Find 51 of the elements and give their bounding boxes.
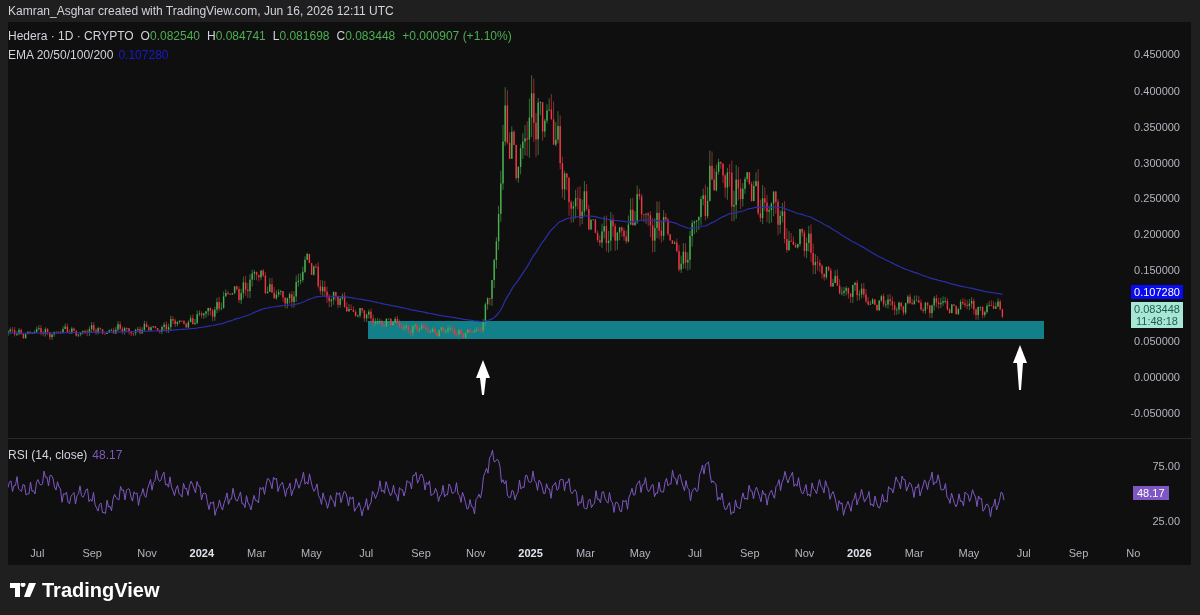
price-tick: 0.450000 bbox=[1133, 47, 1180, 62]
price-tick: 0.300000 bbox=[1133, 156, 1180, 171]
rsi-value-label: 48.17 bbox=[1133, 486, 1169, 500]
time-tick: 2024 bbox=[189, 547, 215, 559]
symbol-title: Hedera · 1D · CRYPTO bbox=[8, 28, 134, 45]
price-tick: -0.050000 bbox=[1129, 406, 1180, 421]
price-tick: 0.400000 bbox=[1133, 84, 1180, 99]
up-arrow bbox=[476, 360, 490, 395]
time-tick: May bbox=[629, 547, 651, 559]
ohlc-value: C0.083448 bbox=[336, 28, 396, 45]
up-arrow bbox=[1013, 345, 1027, 390]
time-tick: Sep bbox=[411, 547, 431, 559]
time-tick: 2025 bbox=[518, 547, 543, 559]
ema-price-label: 0.107280 bbox=[1131, 285, 1183, 299]
time-tick: Nov bbox=[794, 547, 815, 559]
time-tick: Mar bbox=[575, 547, 595, 559]
time-tick: May bbox=[958, 547, 980, 559]
price-tick: 0.250000 bbox=[1133, 191, 1180, 206]
ohlc-value: L0.081698 bbox=[272, 28, 330, 45]
price-tick: 0.350000 bbox=[1133, 120, 1180, 135]
indicator-name: RSI (14, close) bbox=[8, 447, 88, 464]
time-tick: Mar bbox=[247, 547, 267, 559]
price-change: +0.000907 (+1.10%) bbox=[402, 28, 512, 45]
price-tick: 0.000000 bbox=[1133, 370, 1180, 385]
time-tick: No bbox=[1126, 547, 1141, 559]
time-tick: Sep bbox=[739, 547, 760, 559]
indicator-value: 48.17 bbox=[92, 447, 123, 464]
brand-name: TradingView bbox=[42, 578, 160, 603]
time-tick: May bbox=[301, 547, 322, 559]
time-tick: Mar bbox=[904, 547, 924, 559]
ohlc-value: H0.084741 bbox=[207, 28, 266, 45]
time-tick: Sep bbox=[1068, 547, 1089, 559]
price-tick: 0.200000 bbox=[1133, 227, 1180, 242]
time-tick: Jul bbox=[1016, 547, 1031, 559]
ohlc-value: O0.082540 bbox=[140, 28, 200, 45]
indicator-name: EMA 20/50/100/200 bbox=[8, 47, 114, 64]
attribution-text: Kamran_Asghar created with TradingView.com, Jun 16, 2026 12:11 UTC bbox=[8, 3, 394, 20]
logo-icon bbox=[10, 583, 36, 597]
rsi-tick: 75.00 bbox=[1151, 459, 1180, 474]
time-tick: Nov bbox=[137, 547, 157, 559]
indicator-value: 0.107280 bbox=[118, 47, 169, 64]
price-tick: 0.050000 bbox=[1133, 334, 1180, 349]
price-tick: 0.150000 bbox=[1133, 263, 1180, 278]
last-price-label: 0.083448 11:48:18 bbox=[1131, 302, 1183, 328]
time-tick: Jul bbox=[687, 547, 702, 559]
time-tick: 2026 bbox=[847, 547, 872, 559]
time-tick: Jul bbox=[30, 547, 45, 559]
time-tick: Sep bbox=[82, 547, 102, 559]
time-tick: Jul bbox=[359, 547, 374, 559]
time-tick: Nov bbox=[466, 547, 486, 559]
rsi-tick: 25.00 bbox=[1151, 514, 1180, 529]
